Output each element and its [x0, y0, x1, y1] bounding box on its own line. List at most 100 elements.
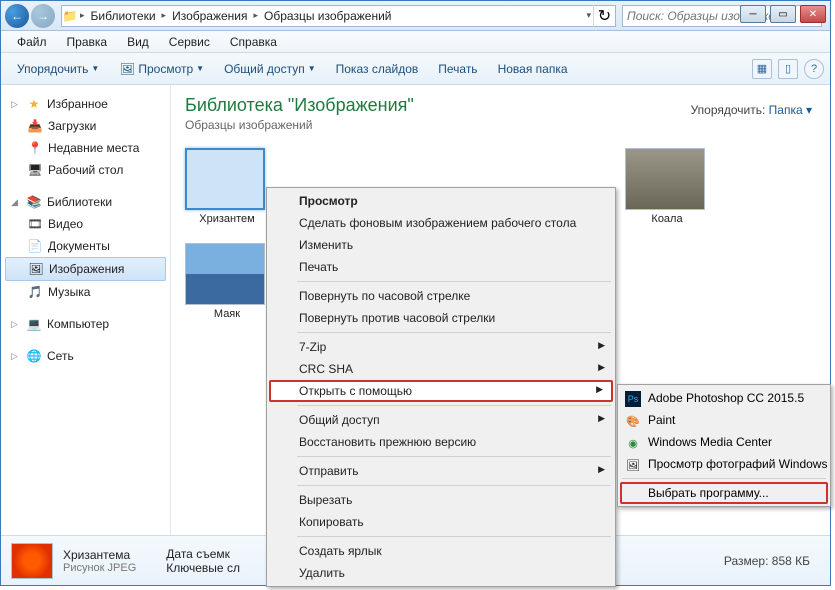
chevron-right-icon[interactable]: ▸ — [78, 10, 87, 21]
paint-icon: 🎨 — [625, 413, 641, 429]
folder-icon: 📁 — [62, 8, 78, 24]
ctx-view[interactable]: Просмотр — [269, 190, 613, 212]
chevron-right-icon: ▶ — [596, 384, 603, 395]
thumb-label: Коала — [625, 213, 709, 225]
sidebar-music[interactable]: 🎵Музыка — [5, 281, 166, 303]
ctx-restore[interactable]: Восстановить прежнюю версию — [269, 431, 613, 453]
toolbar: Упорядочить▼ 🖼Просмотр▼ Общий доступ▼ По… — [1, 53, 830, 85]
menu-help[interactable]: Справка — [220, 33, 287, 51]
breadcrumb-root[interactable]: Библиотеки — [87, 9, 160, 23]
thumb-lighthouse[interactable]: Маяк — [185, 243, 269, 320]
address-bar[interactable]: 📁 ▸ Библиотеки ▸ Изображения ▸ Образцы и… — [61, 5, 616, 27]
ctx-crcsha[interactable]: CRC SHA▶ — [269, 358, 613, 380]
sort-label: Упорядочить: — [691, 103, 766, 117]
chevron-right-icon: ▶ — [598, 340, 605, 351]
thumb-koala[interactable]: Коала — [625, 148, 709, 225]
favorites-header[interactable]: ▷★Избранное — [5, 93, 166, 115]
ctx-copy[interactable]: Копировать — [269, 511, 613, 533]
menu-service[interactable]: Сервис — [159, 33, 220, 51]
downloads-icon: 📥 — [27, 118, 43, 134]
details-name: Хризантема — [63, 548, 136, 562]
ctx-rotate-cw[interactable]: Повернуть по часовой стрелке — [269, 285, 613, 307]
computer-header[interactable]: ▷💻Компьютер — [5, 313, 166, 335]
print-button[interactable]: Печать — [428, 58, 487, 80]
view-mode-button[interactable]: ▦ — [752, 59, 772, 79]
context-menu: Просмотр Сделать фоновым изображением ра… — [266, 187, 616, 587]
network-header[interactable]: ▷🌐Сеть — [5, 345, 166, 367]
explorer-window: ─ ▭ ✕ ← → 📁 ▸ Библиотеки ▸ Изображения ▸… — [0, 0, 831, 586]
sidebar-recent[interactable]: 📍Недавние места — [5, 137, 166, 159]
thumb-label: Маяк — [185, 308, 269, 320]
nav-back-button[interactable]: ← — [5, 4, 29, 28]
keywords-label: Ключевые сл — [166, 561, 240, 575]
arrange-button[interactable]: Упорядочить▼ — [7, 58, 109, 80]
help-button[interactable]: ? — [804, 59, 824, 79]
sidebar-video[interactable]: 🎞Видео — [5, 213, 166, 235]
slideshow-button[interactable]: Показ слайдов — [326, 58, 429, 80]
preview-icon: 🖼 — [119, 61, 135, 77]
menu-view[interactable]: Вид — [117, 33, 159, 51]
size-value: 858 КБ — [772, 554, 810, 568]
share-button[interactable]: Общий доступ▼ — [214, 58, 326, 80]
openwith-wmc[interactable]: ◉Windows Media Center — [620, 431, 828, 453]
breadcrumb-leaf[interactable]: Образцы изображений — [260, 9, 395, 23]
maximize-button[interactable]: ▭ — [770, 5, 796, 23]
thumb-image — [185, 243, 265, 305]
sort-control: Упорядочить: Папка ▾ — [691, 103, 812, 117]
openwith-photoviewer[interactable]: 🖼Просмотр фотографий Windows — [620, 453, 828, 475]
chevron-right-icon[interactable]: ▸ — [160, 10, 169, 21]
minimize-button[interactable]: ─ — [740, 5, 766, 23]
chevron-down-icon[interactable]: ▾ — [584, 10, 593, 21]
navigation-pane: ▷★Избранное 📥Загрузки 📍Недавние места 🖥Р… — [1, 85, 171, 535]
newfolder-button[interactable]: Новая папка — [488, 58, 578, 80]
music-icon: 🎵 — [27, 284, 43, 300]
chevron-right-icon[interactable]: ▸ — [252, 10, 261, 21]
photo-viewer-icon: 🖼 — [625, 457, 641, 473]
date-label: Дата съемк — [166, 547, 240, 561]
images-icon: 🖼 — [28, 261, 44, 277]
chevron-right-icon: ▶ — [598, 362, 605, 373]
refresh-button[interactable]: ↻ — [593, 5, 615, 27]
openwith-photoshop[interactable]: PsAdobe Photoshop CC 2015.5 — [620, 387, 828, 409]
openwith-choose-program[interactable]: Выбрать программу... — [620, 482, 828, 504]
close-button[interactable]: ✕ — [800, 5, 826, 23]
nav-forward-button[interactable]: → — [31, 4, 55, 28]
preview-button[interactable]: 🖼Просмотр▼ — [109, 57, 214, 81]
details-thumb — [11, 543, 53, 579]
star-icon: ★ — [26, 96, 42, 112]
ctx-share[interactable]: Общий доступ▶ — [269, 409, 613, 431]
ctx-rotate-ccw[interactable]: Повернуть против часовой стрелки — [269, 307, 613, 329]
ctx-cut[interactable]: Вырезать — [269, 489, 613, 511]
menu-file[interactable]: Файл — [7, 33, 57, 51]
sidebar-desktop[interactable]: 🖥Рабочий стол — [5, 159, 166, 181]
ctx-shortcut[interactable]: Создать ярлык — [269, 540, 613, 562]
ctx-open-with[interactable]: Открыть с помощью▶ — [269, 380, 613, 402]
library-subtitle: Образцы изображений — [185, 118, 816, 132]
sidebar-documents[interactable]: 📄Документы — [5, 235, 166, 257]
sort-dropdown[interactable]: Папка ▾ — [769, 103, 812, 117]
ctx-7zip[interactable]: 7-Zip▶ — [269, 336, 613, 358]
thumb-label: Хризантем — [185, 213, 269, 225]
thumb-image — [625, 148, 705, 210]
breadcrumb-mid[interactable]: Изображения — [168, 9, 251, 23]
menu-edit[interactable]: Правка — [57, 33, 118, 51]
ctx-delete[interactable]: Удалить — [269, 562, 613, 584]
menu-bar: Файл Правка Вид Сервис Справка — [1, 31, 830, 53]
video-icon: 🎞 — [27, 216, 43, 232]
ctx-set-wallpaper[interactable]: Сделать фоновым изображением рабочего ст… — [269, 212, 613, 234]
desktop-icon: 🖥 — [27, 162, 43, 178]
preview-pane-button[interactable]: ▯ — [778, 59, 798, 79]
ctx-edit[interactable]: Изменить — [269, 234, 613, 256]
thumb-chrysanthemum[interactable]: Хризантем — [185, 148, 269, 225]
libraries-header[interactable]: ◢📚Библиотеки — [5, 191, 166, 213]
media-center-icon: ◉ — [625, 435, 641, 451]
ctx-send[interactable]: Отправить▶ — [269, 460, 613, 482]
computer-icon: 💻 — [26, 316, 42, 332]
network-icon: 🌐 — [26, 348, 42, 364]
openwith-paint[interactable]: 🎨Paint — [620, 409, 828, 431]
sidebar-images[interactable]: 🖼Изображения — [5, 257, 166, 281]
title-bar: ← → 📁 ▸ Библиотеки ▸ Изображения ▸ Образ… — [1, 1, 830, 31]
chevron-right-icon: ▶ — [598, 464, 605, 475]
sidebar-downloads[interactable]: 📥Загрузки — [5, 115, 166, 137]
ctx-print[interactable]: Печать — [269, 256, 613, 278]
